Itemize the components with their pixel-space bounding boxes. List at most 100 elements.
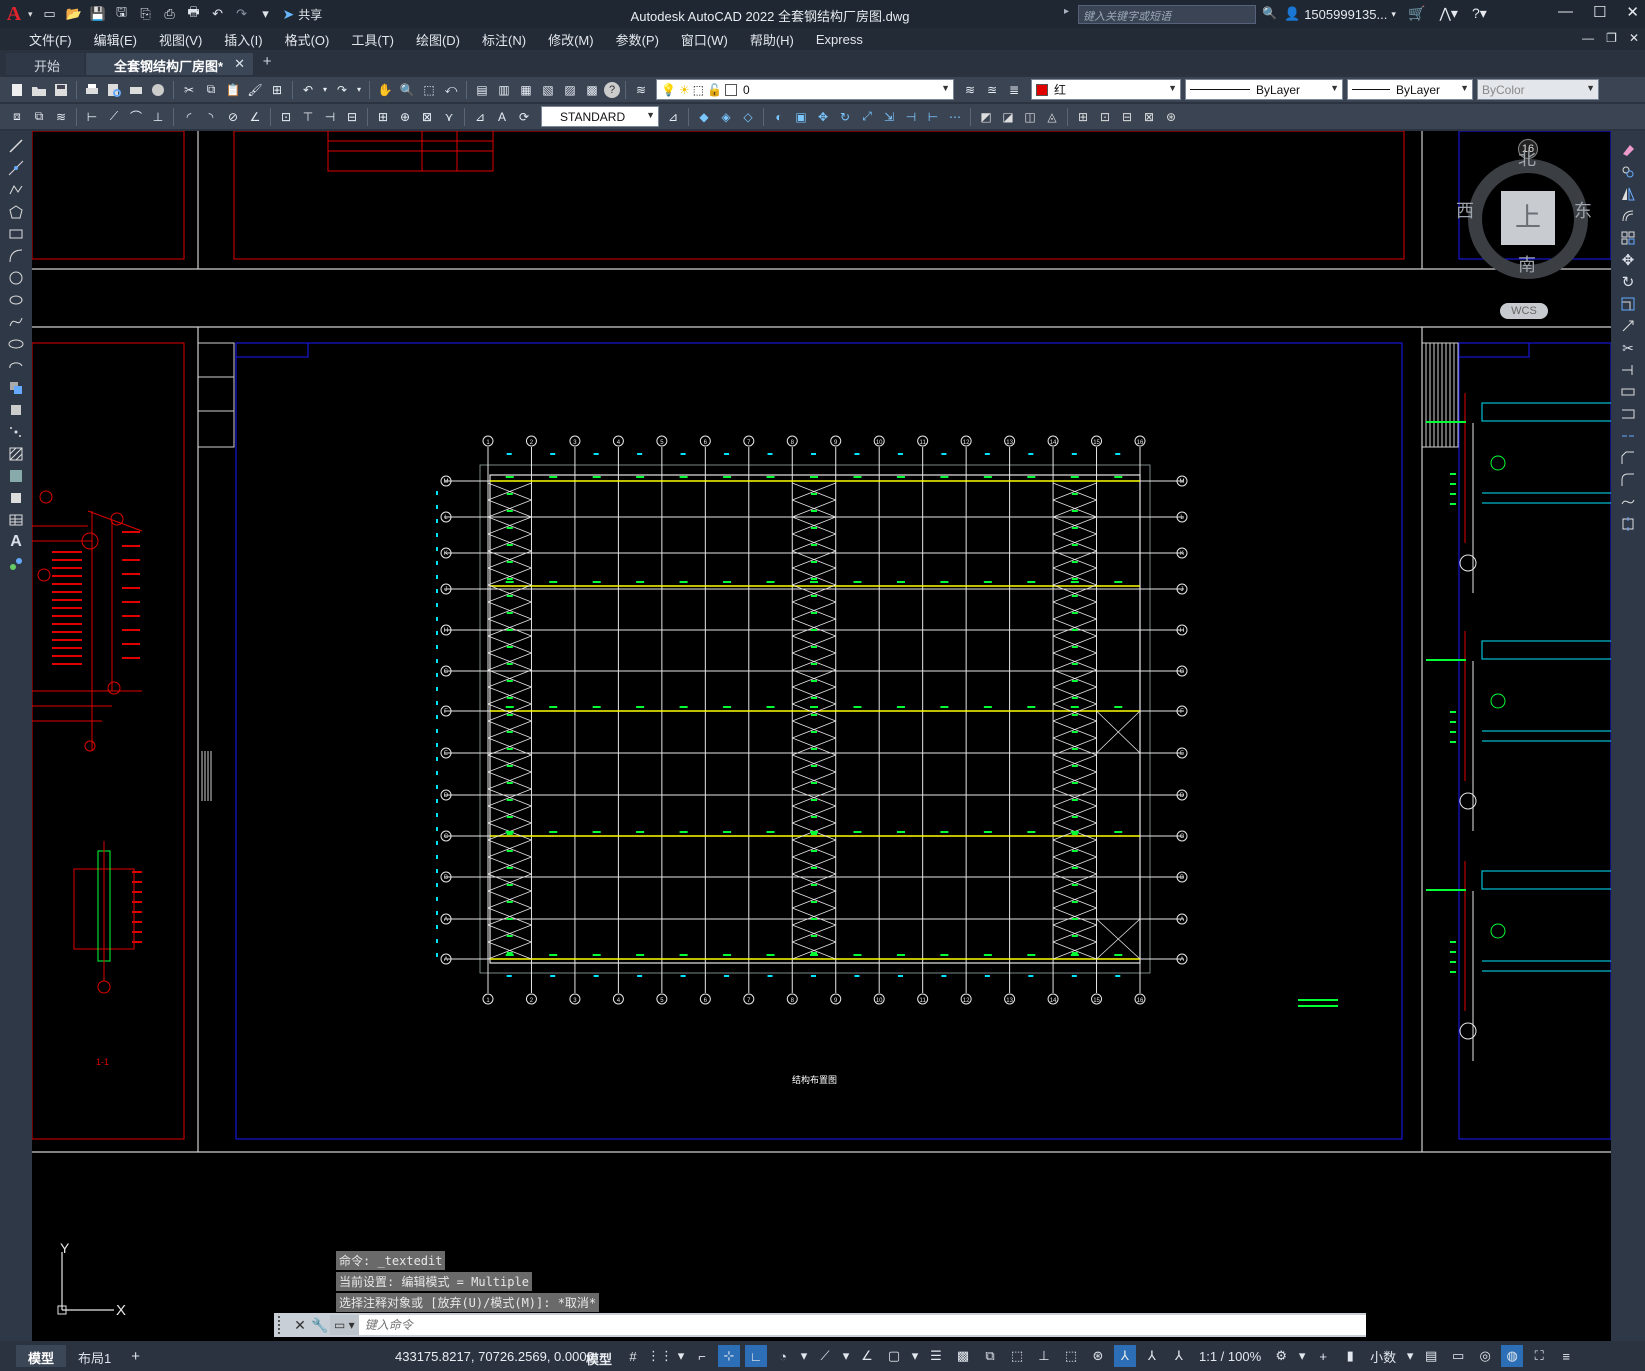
break-at-point-icon[interactable] xyxy=(1618,383,1638,401)
share-button[interactable]: ➤ 共享 xyxy=(283,6,323,23)
menu-format[interactable]: 格式(O) xyxy=(274,30,341,49)
insert-block-icon[interactable] xyxy=(6,379,26,397)
clean-screen-icon[interactable]: ⛶ xyxy=(1528,1345,1550,1367)
menu-tools[interactable]: 工具(T) xyxy=(340,30,405,49)
menu-express[interactable]: Express xyxy=(805,32,874,47)
continue-dim-icon[interactable]: ⊣ xyxy=(320,107,340,127)
polygon-icon[interactable] xyxy=(6,203,26,221)
doc-close-icon[interactable]: ✕ xyxy=(1629,31,1639,45)
rectangle-icon[interactable] xyxy=(6,225,26,243)
coordinate-display[interactable]: 433175.8217, 70726.2569, 0.0000 xyxy=(395,1349,594,1364)
dim-update-icon[interactable]: ⟳ xyxy=(514,107,534,127)
polar-dropdown-icon[interactable]: ▾ xyxy=(799,1345,809,1367)
quickcalc-icon[interactable]: ▩ xyxy=(582,80,602,100)
mirror-icon[interactable]: ◇ xyxy=(738,107,758,127)
command-close-icon[interactable]: ✕ xyxy=(290,1317,310,1334)
extend-icon[interactable]: ⊢ xyxy=(923,107,943,127)
zoom-realtime-icon[interactable]: 🔍 xyxy=(397,80,417,100)
autodesk-app-icon[interactable]: ⋀▾ xyxy=(1439,5,1458,22)
jogged-dim-icon[interactable]: ◝ xyxy=(201,107,221,127)
annotation-scale-icon[interactable]: ⅄ xyxy=(1168,1345,1190,1367)
help-icon[interactable]: ? xyxy=(604,81,620,98)
gradient-icon[interactable] xyxy=(6,467,26,485)
quick-properties-icon[interactable]: ▤ xyxy=(1420,1345,1442,1367)
lock-ui-icon[interactable]: ▭ xyxy=(1447,1345,1469,1367)
region-icon[interactable] xyxy=(6,489,26,507)
paste-icon[interactable]: 📋 xyxy=(223,80,243,100)
viewcube-west[interactable]: 西 xyxy=(1456,197,1474,223)
angular-dim-icon[interactable]: ∠ xyxy=(245,107,265,127)
maximize-icon[interactable]: ☐ xyxy=(1593,3,1606,21)
plot-preview-icon[interactable] xyxy=(104,80,124,100)
ordinate-dim-icon[interactable]: ⊥ xyxy=(148,107,168,127)
transparency-icon[interactable]: ▩ xyxy=(952,1345,974,1367)
object-snap-icon[interactable]: ▢ xyxy=(883,1345,905,1367)
arc-dim-icon[interactable]: ⌒ xyxy=(126,107,146,127)
model-space-toggle[interactable]: 模型 xyxy=(586,1349,612,1368)
menu-help[interactable]: 帮助(H) xyxy=(739,30,805,49)
autocad-logo-icon[interactable]: A xyxy=(0,0,28,28)
line-icon[interactable] xyxy=(6,137,26,155)
open-file-icon[interactable]: 📂 xyxy=(65,5,83,23)
layer-merge-icon[interactable]: ≋ xyxy=(51,107,71,127)
grid-icon[interactable]: # xyxy=(622,1345,644,1367)
annotation-scale-value[interactable]: 1:1 / 100% xyxy=(1195,1349,1265,1364)
layer-properties-icon[interactable]: ≋ xyxy=(631,80,651,100)
menu-dimension[interactable]: 标注(N) xyxy=(471,30,537,49)
save-as-icon[interactable]: 🖫 xyxy=(113,4,131,23)
edit-array-icon[interactable]: ⊛ xyxy=(1161,107,1181,127)
isolate-objects-icon[interactable]: ◎ xyxy=(1474,1345,1496,1367)
view-cube[interactable]: 16 上 北 南 东 西 WCS xyxy=(1438,139,1598,319)
quick-dim-icon[interactable]: ⊡ xyxy=(276,107,296,127)
snap-dropdown-icon[interactable]: ▾ xyxy=(676,1345,686,1367)
properties-icon[interactable]: ▤ xyxy=(472,80,492,100)
help-icon[interactable]: ?▾ xyxy=(1472,5,1487,22)
blend-curves-icon[interactable] xyxy=(1618,493,1638,511)
rotate-icon[interactable]: ↻ xyxy=(1618,273,1638,291)
offset-icon[interactable] xyxy=(1618,207,1638,225)
selection-filter-icon[interactable]: ⬚ xyxy=(1060,1345,1082,1367)
trim-icon[interactable]: ⊣ xyxy=(901,107,921,127)
close-icon[interactable]: ✕ xyxy=(1626,3,1639,21)
dim-style-icon[interactable]: ⊿ xyxy=(663,107,683,127)
design-center-icon[interactable]: ▥ xyxy=(494,80,514,100)
redo-icon[interactable]: ↷ xyxy=(332,80,352,100)
save-icon[interactable]: 💾 xyxy=(89,5,107,23)
3d-osnap-icon[interactable]: ⬚ xyxy=(1006,1345,1028,1367)
color-select[interactable]: 红 ▼ xyxy=(1031,79,1181,100)
spline-icon[interactable] xyxy=(6,313,26,331)
jogged-linear-icon[interactable]: ⋎ xyxy=(439,107,459,127)
search-expand-icon[interactable]: ▸ xyxy=(1064,6,1069,17)
tab-start[interactable]: 开始 xyxy=(6,53,85,75)
save-web-icon[interactable]: ⎙ xyxy=(161,5,179,23)
menu-insert[interactable]: 插入(I) xyxy=(213,30,273,49)
make-block-icon[interactable] xyxy=(6,401,26,419)
app-menu-chevron-icon[interactable]: ▾ xyxy=(28,9,33,20)
ellipse-arc-icon[interactable] xyxy=(6,357,26,375)
drawing-canvas[interactable]: 1 1 2 2 3 3 4 4 5 5 6 6 7 7 8 8 9 9 10 10 11 11 12 12 13 13 14 14 15… xyxy=(32,131,1611,1341)
fillet-icon[interactable] xyxy=(1618,471,1638,489)
tab-close-icon[interactable]: ✕ xyxy=(234,56,245,72)
dim-edit-icon[interactable]: ⊿ xyxy=(470,107,490,127)
offset-icon[interactable]: ◐ xyxy=(769,107,789,127)
3d-dwf-icon[interactable] xyxy=(148,80,168,100)
diameter-dim-icon[interactable]: ⊘ xyxy=(223,107,243,127)
command-input[interactable] xyxy=(358,1315,1366,1335)
tab-layout1[interactable]: 布局1 xyxy=(66,1345,123,1367)
layer-walk-icon[interactable]: ⧈ xyxy=(7,107,27,127)
object-snap-tracking-icon[interactable]: ∠ xyxy=(856,1345,878,1367)
units-value[interactable]: 小数 xyxy=(1366,1347,1400,1366)
new-icon[interactable] xyxy=(7,80,27,100)
command-customize-icon[interactable]: 🔧 xyxy=(310,1317,330,1334)
trim-icon[interactable]: ✂ xyxy=(1618,339,1638,357)
radius-dim-icon[interactable]: ◜ xyxy=(179,107,199,127)
viewcube-north[interactable]: 北 xyxy=(1518,145,1536,171)
layer-select[interactable]: 💡 ☀ ⬚ 🔓 0 ▼ xyxy=(656,79,954,100)
gizmo-icon[interactable]: ⊛ xyxy=(1087,1345,1109,1367)
scale-icon[interactable] xyxy=(1618,295,1638,313)
units-dropdown-icon[interactable]: ▾ xyxy=(1405,1345,1415,1367)
isodraft-icon[interactable]: ⟋ xyxy=(814,1345,836,1367)
erase-icon[interactable]: ◆ xyxy=(694,107,714,127)
undo-dropdown-icon[interactable]: ▾ xyxy=(320,80,330,100)
add-selected-icon[interactable] xyxy=(6,555,26,573)
